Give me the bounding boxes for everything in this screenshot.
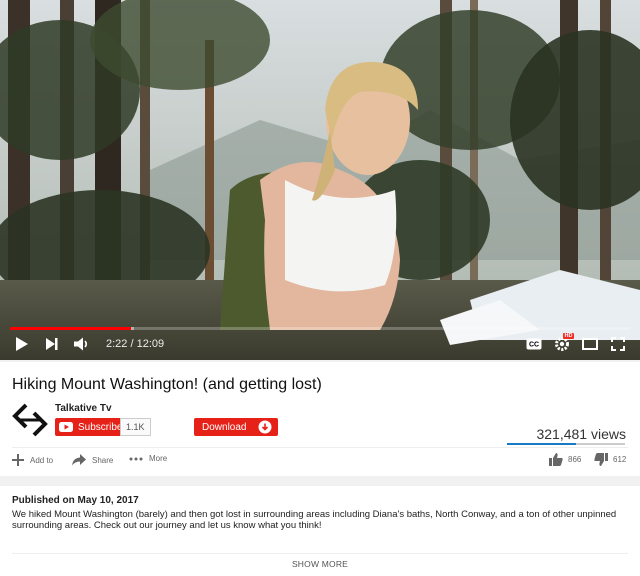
thumbs-up-icon [549, 453, 563, 466]
theater-mode-button[interactable] [578, 332, 602, 356]
download-label: Download [202, 421, 247, 433]
add-to-button[interactable]: Add to [12, 454, 53, 466]
channel-logo-icon[interactable] [12, 402, 48, 438]
fullscreen-icon [611, 337, 625, 351]
plus-icon [12, 454, 24, 466]
like-ratio-fill [507, 443, 577, 445]
subscriber-count: 1.1K [120, 418, 151, 436]
captions-button[interactable]: CC [522, 332, 546, 356]
volume-icon [74, 337, 88, 351]
dislike-count: 612 [613, 455, 627, 464]
description-text: We hiked Mount Washington (barely) and t… [12, 509, 617, 531]
player-controls-right: CC HD [518, 332, 630, 356]
video-frame[interactable] [0, 0, 640, 360]
video-info-card: Hiking Mount Washington! (and getting lo… [0, 362, 640, 476]
channel-name[interactable]: Talkative Tv [55, 403, 112, 414]
like-button[interactable]: 866 [549, 453, 581, 466]
player-controls: 2:22 / 12:09 CC HD [0, 331, 640, 357]
description-card: Published on May 10, 2017 We hiked Mount… [0, 486, 640, 576]
share-icon [72, 454, 86, 466]
captions-icon: CC [526, 338, 542, 350]
fullscreen-button[interactable] [606, 332, 630, 356]
dislike-button[interactable]: 612 [594, 453, 626, 466]
show-more-button[interactable]: SHOW MORE [0, 559, 640, 569]
svg-text:CC: CC [529, 342, 539, 349]
publish-date: Published on May 10, 2017 [12, 495, 139, 506]
video-title: Hiking Mount Washington! (and getting lo… [12, 376, 322, 393]
thumbs-down-icon [594, 453, 608, 466]
view-count: 321,481 views [536, 426, 626, 442]
youtube-logo-icon [59, 422, 73, 432]
time-display: 2:22 / 12:09 [106, 338, 165, 350]
more-button[interactable]: More [129, 454, 167, 463]
description-divider [12, 553, 628, 554]
download-icon [258, 420, 272, 434]
play-icon [16, 337, 28, 351]
subscribe-button[interactable]: Subscribe [55, 418, 129, 436]
more-label: More [149, 454, 168, 463]
subscribe-label: Subscribe [78, 421, 123, 433]
download-button[interactable]: Download [194, 418, 278, 436]
more-dots-icon [129, 457, 143, 461]
like-count: 866 [568, 455, 582, 464]
theater-mode-icon [582, 338, 598, 350]
hd-badge: HD [563, 333, 574, 339]
volume-button[interactable] [70, 332, 94, 356]
info-divider [12, 447, 628, 448]
share-label: Share [92, 455, 114, 465]
video-player[interactable]: 2:22 / 12:09 CC HD [0, 0, 640, 360]
share-button[interactable]: Share [72, 454, 113, 466]
next-icon [46, 338, 58, 350]
like-ratio-bar [507, 443, 625, 445]
progress-played [10, 327, 131, 330]
progress-bar[interactable] [10, 327, 630, 330]
play-button[interactable] [10, 332, 34, 356]
next-button[interactable] [40, 332, 64, 356]
settings-button[interactable]: HD [550, 332, 574, 356]
add-to-label: Add to [30, 455, 54, 465]
